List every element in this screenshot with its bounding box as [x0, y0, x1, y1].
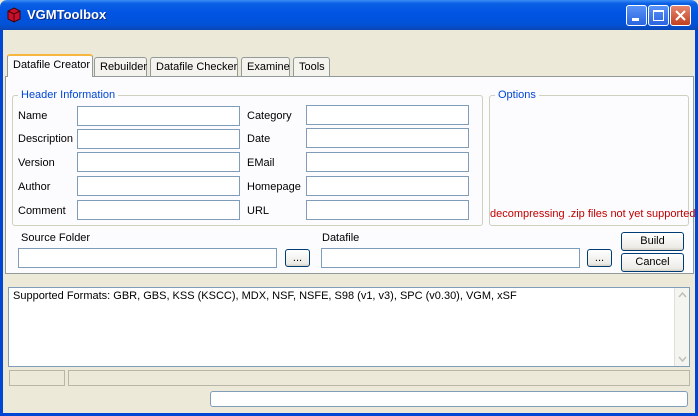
name-label: Name	[18, 110, 48, 122]
minimize-button[interactable]	[626, 5, 647, 26]
close-icon	[675, 10, 686, 21]
date-field[interactable]	[306, 128, 469, 148]
tab-rebuilder[interactable]: Rebuilder	[94, 57, 147, 76]
output-scrollbar[interactable]	[674, 288, 689, 366]
tab-datafile-checker[interactable]: Datafile Checker	[150, 57, 238, 76]
version-label: Version	[18, 157, 55, 169]
minimize-icon	[632, 18, 639, 21]
zip-warning-text: decompressing .zip files not yet support…	[490, 208, 696, 220]
output-text: Supported Formats: GBR, GBS, KSS (KSCC),…	[13, 290, 517, 302]
version-field[interactable]	[77, 152, 240, 172]
category-field[interactable]	[306, 105, 469, 125]
status-cell-1	[9, 370, 65, 386]
build-button[interactable]: Build	[621, 232, 684, 251]
options-group	[489, 95, 689, 226]
datafile-field[interactable]	[321, 248, 580, 268]
maximize-button[interactable]	[648, 5, 669, 26]
date-label: Date	[247, 133, 271, 145]
cancel-button[interactable]: Cancel	[621, 253, 684, 272]
scroll-down-icon[interactable]	[678, 356, 687, 362]
comment-label: Comment	[18, 205, 66, 217]
comment-field[interactable]	[77, 200, 240, 220]
tab-datafile-creator[interactable]: Datafile Creator	[7, 54, 93, 77]
description-label: Description	[18, 133, 74, 145]
homepage-field[interactable]	[306, 176, 469, 196]
tab-tools[interactable]: Tools	[293, 57, 330, 76]
source-folder-field[interactable]	[18, 248, 277, 268]
url-field[interactable]	[306, 200, 469, 220]
email-label: EMail	[247, 157, 275, 169]
description-field[interactable]	[77, 129, 240, 149]
options-legend: Options	[495, 89, 539, 101]
source-folder-browse-button[interactable]: ...	[285, 249, 310, 267]
close-button[interactable]	[670, 5, 691, 26]
author-field[interactable]	[77, 176, 240, 196]
datafile-label: Datafile	[322, 232, 360, 244]
status-cell-2	[68, 370, 690, 386]
url-label: URL	[247, 205, 270, 217]
name-field[interactable]	[77, 106, 240, 126]
progress-bar	[210, 391, 688, 407]
category-label: Category	[247, 110, 292, 122]
email-field[interactable]	[306, 152, 469, 172]
homepage-label: Homepage	[247, 181, 301, 193]
scroll-up-icon[interactable]	[678, 292, 687, 298]
maximize-icon	[653, 10, 664, 21]
header-information-legend: Header Information	[18, 89, 119, 101]
app-icon	[7, 7, 21, 23]
datafile-browse-button[interactable]: ...	[587, 249, 612, 267]
source-folder-label: Source Folder	[21, 232, 91, 244]
author-label: Author	[18, 181, 51, 193]
window-title: VGMToolbox	[27, 7, 107, 22]
title-bar[interactable]: VGMToolbox	[0, 0, 698, 30]
output-textbox[interactable]: Supported Formats: GBR, GBS, KSS (KSCC),…	[8, 287, 690, 367]
tab-examine[interactable]: Examine	[241, 57, 290, 76]
